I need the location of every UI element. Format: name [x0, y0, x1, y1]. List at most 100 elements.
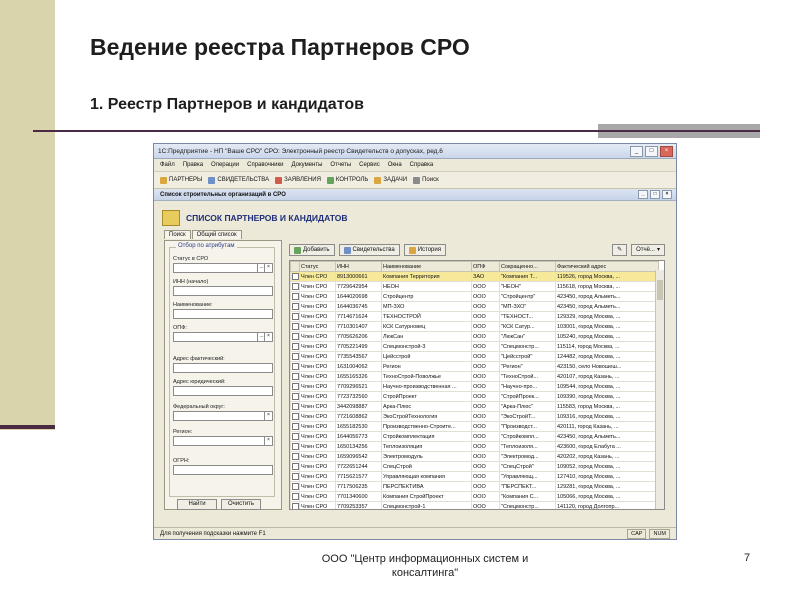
vertical-scrollbar[interactable] [655, 270, 664, 509]
table-row[interactable]: Член СРО 1644020698 Стройцентр ООО "Стройцен… [290, 291, 659, 302]
row-checkbox[interactable] [292, 392, 299, 400]
row-checkbox[interactable] [292, 332, 299, 340]
row-checkbox-cell[interactable] [290, 491, 300, 502]
row-checkbox-cell[interactable] [290, 371, 300, 382]
menu-item-file[interactable]: Файл [160, 162, 175, 168]
table-row[interactable]: Член СРО 7717506235 ПЕРСПЕКТИВА ООО "ПЕРСПЕК… [290, 481, 659, 492]
row-checkbox[interactable] [292, 432, 299, 440]
row-checkbox[interactable] [292, 442, 299, 450]
table-row[interactable]: Член СРО 1655165326 ТехноСтрой-Поволжье ООО… [290, 371, 659, 382]
filter-legal-address-input[interactable] [173, 386, 273, 396]
row-checkbox[interactable] [292, 372, 299, 380]
clear-icon[interactable]: × [264, 412, 272, 420]
row-checkbox[interactable] [292, 362, 299, 370]
row-checkbox[interactable] [292, 462, 299, 470]
close-icon[interactable]: × [660, 146, 673, 157]
table-row[interactable]: Член СРО 7721608862 ЭкоСтройТехнология ООО "… [290, 411, 659, 422]
row-checkbox[interactable] [292, 412, 299, 420]
row-checkbox-cell[interactable] [290, 441, 300, 452]
column-header-opf[interactable]: ОПФ [471, 261, 500, 272]
row-checkbox[interactable] [292, 402, 299, 410]
table-row[interactable]: Член СРО 7729642954 НЕОН ООО "НЕОН" 115618, г… [290, 281, 659, 292]
column-header-actual-address[interactable]: Фактический адрес [555, 261, 659, 272]
filter-opf-input[interactable]: ... × [173, 332, 273, 342]
table-row[interactable]: Член СРО 1631004062 Регион ООО "Регион" 42315… [290, 361, 659, 372]
row-checkbox[interactable] [292, 322, 299, 330]
row-checkbox-cell[interactable] [290, 281, 300, 292]
row-checkbox[interactable] [292, 272, 299, 280]
table-row[interactable]: Член СРО 7705221499 Спецмонстрой-3 ООО "Спец… [290, 341, 659, 352]
table-row[interactable]: Член СРО 7709296521 Научно-производственна… [290, 381, 659, 392]
certificates-button[interactable]: Свидетельства [338, 244, 400, 256]
row-checkbox-cell[interactable] [290, 301, 300, 312]
row-checkbox-cell[interactable] [290, 271, 300, 282]
toolbar-applications[interactable]: ЗАЯВЛЕНИЯ [275, 176, 321, 184]
clear-icon[interactable]: × [264, 264, 272, 272]
table-row[interactable]: Член СРО 3442098887 Арка-Плюс ООО "Арка-Плюс… [290, 401, 659, 412]
column-header-inn[interactable]: ИНН [335, 261, 382, 272]
history-button[interactable]: История [403, 244, 446, 256]
row-checkbox-cell[interactable] [290, 391, 300, 402]
row-checkbox-cell[interactable] [290, 361, 300, 372]
table-row[interactable]: Член СРО 1644056773 Стройкомплектация ООО "С… [290, 431, 659, 442]
scrollbar-thumb[interactable] [657, 280, 663, 300]
menu-item-help[interactable]: Справка [410, 162, 434, 168]
row-checkbox[interactable] [292, 422, 299, 430]
filter-region-input[interactable]: × [173, 436, 273, 446]
menu-item-reports[interactable]: Отчеты [330, 162, 351, 168]
row-checkbox[interactable] [292, 352, 299, 360]
row-checkbox-cell[interactable] [290, 311, 300, 322]
column-header-name[interactable]: Наименование [381, 261, 472, 272]
filter-status-input[interactable]: ... × [173, 263, 273, 273]
row-checkbox[interactable] [292, 302, 299, 310]
table-row[interactable]: Член СРО 7722651244 СпецСтрой ООО "СпецСтрой… [290, 461, 659, 472]
table-row[interactable]: Член СРО 7705626206 ЛюкСан ООО "ЛюкСан" 10524… [290, 331, 659, 342]
filter-actual-address-input[interactable] [173, 363, 273, 373]
subwindow-close-icon[interactable]: × [662, 190, 672, 199]
table-row[interactable]: Член СРО 7709253357 Спецмонстрой-1 ООО "Спец… [290, 501, 659, 509]
row-checkbox-cell[interactable] [290, 291, 300, 302]
row-checkbox-cell[interactable] [290, 451, 300, 462]
table-row[interactable]: Член СРО 7723732560 СтройПроект ООО "СтройПр… [290, 391, 659, 402]
tab-search[interactable]: Поиск [164, 230, 191, 239]
row-checkbox-cell[interactable] [290, 321, 300, 332]
menu-item-documents[interactable]: Документы [291, 162, 322, 168]
toolbar-certificates[interactable]: СВИДЕТЕЛЬСТВА [208, 176, 269, 184]
clear-icon[interactable]: × [264, 437, 272, 445]
table-row[interactable]: Член СРО 7735543567 Цейсстрой ООО "Цейсстрой… [290, 351, 659, 362]
menu-item-edit[interactable]: Правка [183, 162, 203, 168]
menu-item-catalogs[interactable]: Справочники [247, 162, 283, 168]
row-checkbox[interactable] [292, 502, 299, 509]
row-checkbox-cell[interactable] [290, 461, 300, 472]
row-checkbox-cell[interactable] [290, 341, 300, 352]
column-header-short-name[interactable]: Сокращенно... [499, 261, 556, 272]
filter-inn-input[interactable] [173, 286, 273, 296]
row-checkbox[interactable] [292, 312, 299, 320]
table-row[interactable]: Член СРО 8913000661 Компания Территория ЗАО… [290, 271, 659, 282]
minimize-icon[interactable]: _ [630, 146, 643, 157]
row-checkbox[interactable] [292, 292, 299, 300]
table-row[interactable]: Член СРО 7715621577 Управляющая компания ОО… [290, 471, 659, 482]
filter-name-input[interactable] [173, 309, 273, 319]
row-checkbox-cell[interactable] [290, 481, 300, 492]
menu-item-operations[interactable]: Операции [211, 162, 239, 168]
column-header-status[interactable]: Статус [299, 261, 336, 272]
toolbar-tasks[interactable]: ЗАДАЧИ [374, 176, 407, 184]
toolbar-control[interactable]: КОНТРОЛЬ [326, 176, 368, 184]
tab-general-list[interactable]: Общий список [191, 230, 242, 239]
table-row[interactable]: Член СРО 1650134256 Теплоизоляция ООО "Тепло… [290, 441, 659, 452]
edit-icon[interactable]: ✎ [612, 244, 628, 256]
filter-ogrn-input[interactable] [173, 465, 273, 475]
row-checkbox[interactable] [292, 472, 299, 480]
row-checkbox[interactable] [292, 342, 299, 350]
row-checkbox-cell[interactable] [290, 431, 300, 442]
maximize-icon[interactable]: □ [645, 146, 658, 157]
add-button[interactable]: Добавить [289, 244, 335, 256]
row-checkbox-cell[interactable] [290, 411, 300, 422]
row-checkbox[interactable] [292, 482, 299, 490]
clear-icon[interactable]: × [264, 333, 272, 341]
row-checkbox-cell[interactable] [290, 331, 300, 342]
row-checkbox[interactable] [292, 452, 299, 460]
menu-item-service[interactable]: Сервис [359, 162, 380, 168]
table-row[interactable]: Член СРО 7701340600 Компания СтройПроект ОО… [290, 491, 659, 502]
